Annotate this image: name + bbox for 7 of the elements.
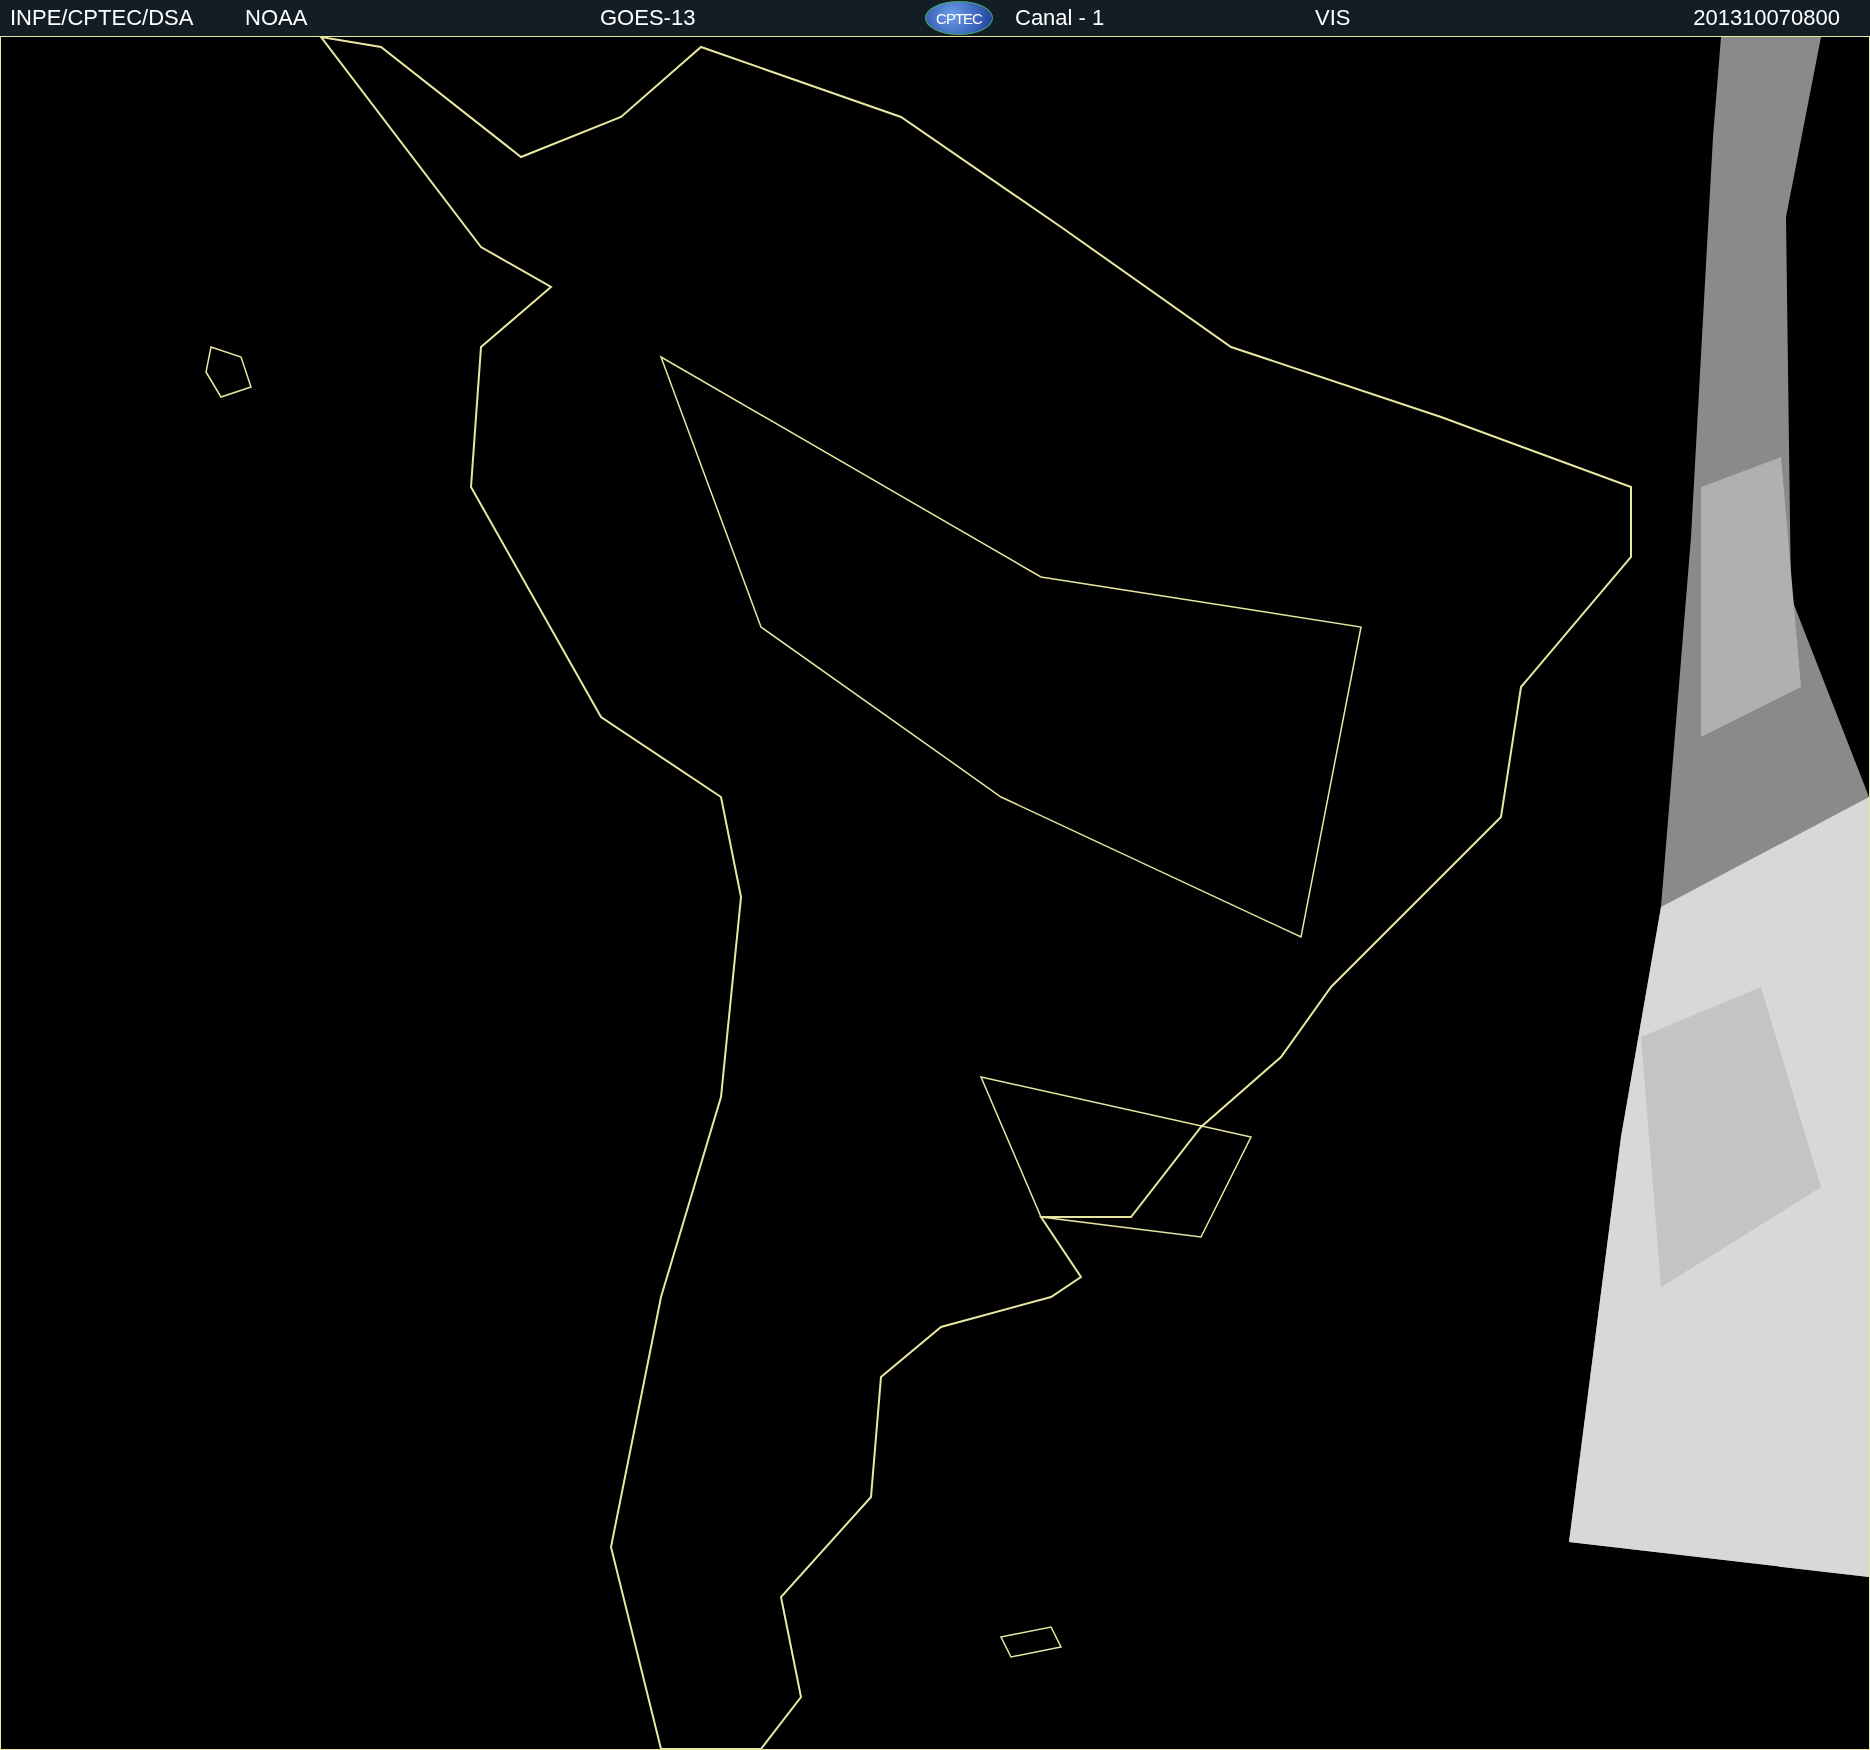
timestamp-label: 201310070800 — [1693, 5, 1841, 31]
logo: CPTEC — [925, 1, 993, 35]
agency-label: NOAA — [245, 5, 309, 31]
source-label: INPE/CPTEC/DSA — [10, 5, 195, 31]
satellite-label: GOES-13 — [600, 5, 697, 31]
channel-label: Canal - 1 — [1015, 5, 1106, 31]
band-label: VIS — [1315, 5, 1352, 31]
